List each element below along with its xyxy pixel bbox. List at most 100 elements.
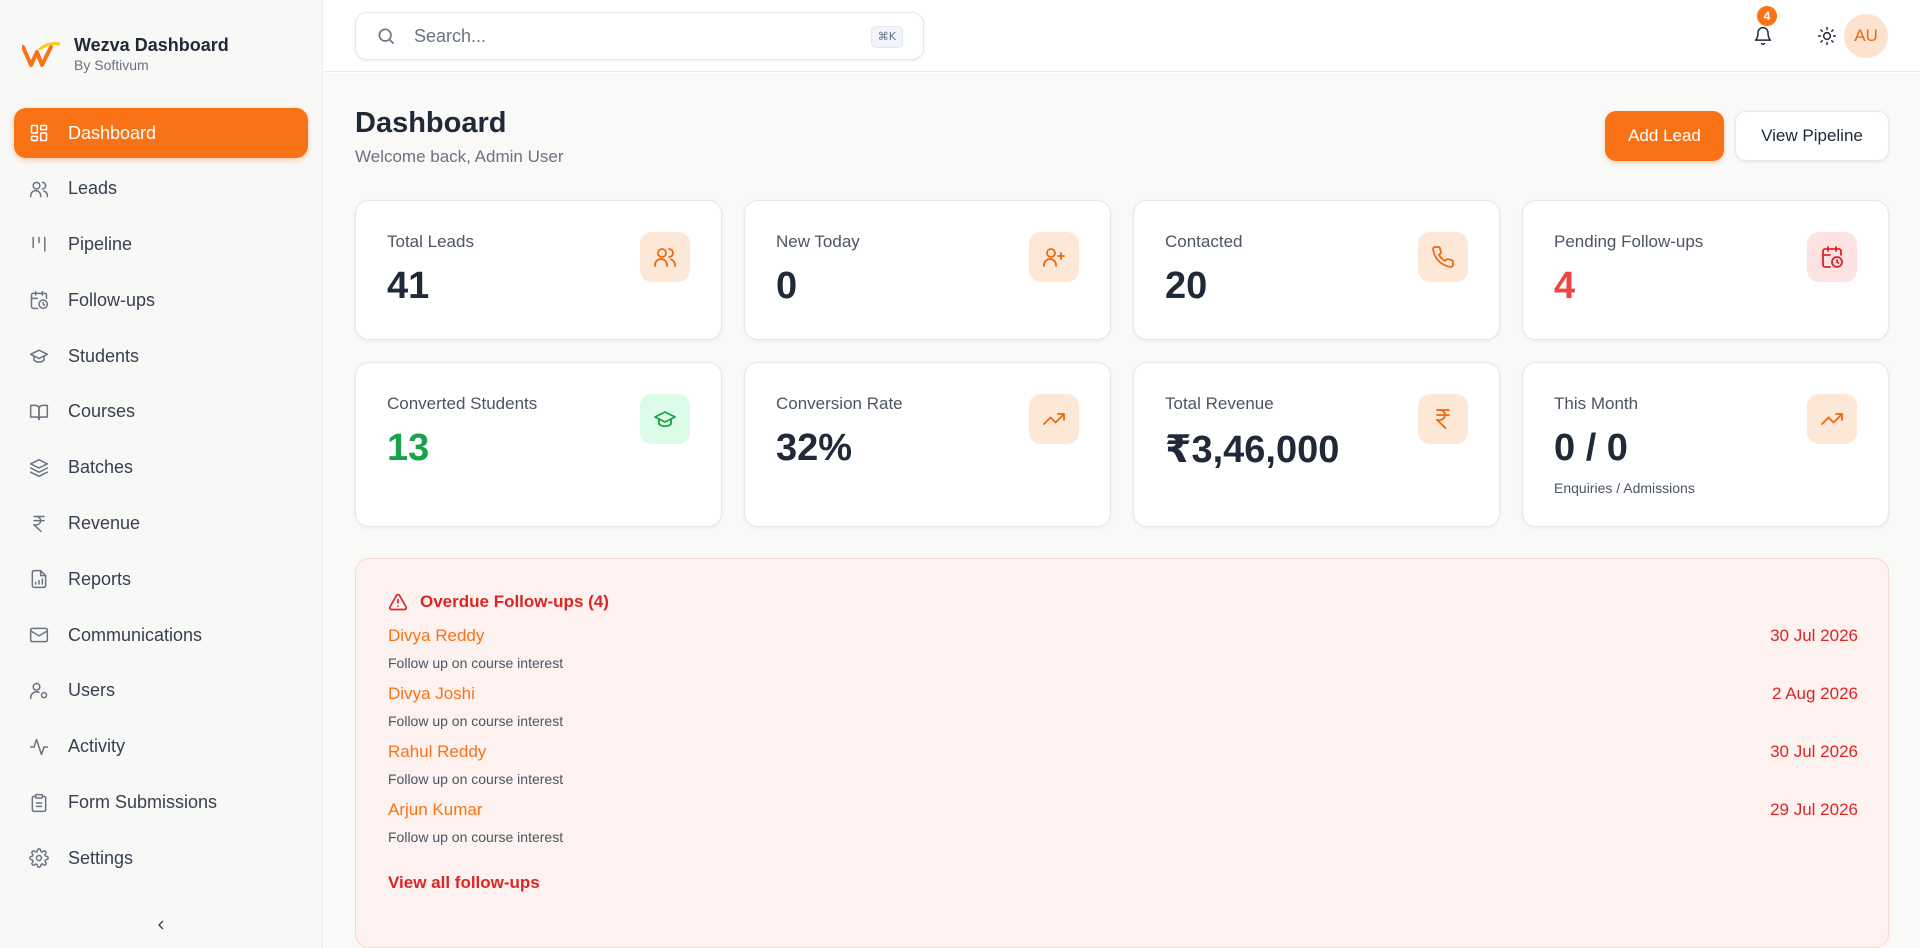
bell-icon bbox=[1754, 26, 1772, 46]
sidebar-nav: Dashboard Leads Pipeline Follow-ups Stud… bbox=[14, 108, 308, 889]
sidebar: Wezva Dashboard By Softivum Dashboard Le… bbox=[0, 0, 323, 948]
rupee-icon bbox=[33, 515, 45, 532]
stat-note: Enquiries / Admissions bbox=[1554, 480, 1695, 496]
sidebar-item-dashboard[interactable]: Dashboard bbox=[14, 108, 308, 158]
stat-card-new-today[interactable]: New Today 0 bbox=[744, 200, 1111, 340]
stat-card-converted-students[interactable]: Converted Students 13 bbox=[355, 362, 722, 527]
stat-card-conversion-rate[interactable]: Conversion Rate 32% bbox=[744, 362, 1111, 527]
search-icon bbox=[378, 28, 395, 45]
search-input[interactable] bbox=[414, 25, 844, 47]
sidebar-item-leads[interactable]: Leads bbox=[14, 164, 308, 214]
sidebar-item-users[interactable]: Users bbox=[14, 666, 308, 716]
pipeline-icon bbox=[32, 236, 46, 252]
stat-value: 32% bbox=[776, 427, 853, 469]
calendar-clock-icon bbox=[1822, 246, 1843, 268]
page-subtitle: Welcome back, Admin User bbox=[355, 147, 564, 166]
gear-icon bbox=[29, 848, 49, 869]
follow-up-note: Follow up on course interest bbox=[388, 655, 564, 671]
chevron-left-icon bbox=[158, 920, 164, 930]
sidebar-item-label: Settings bbox=[68, 847, 134, 868]
user-cog-icon bbox=[29, 682, 48, 700]
topbar: ⌘K AU bbox=[324, 0, 1920, 72]
trending-up-icon bbox=[1821, 413, 1843, 425]
stat-card-this-month[interactable]: This Month 0 / 0 Enquiries / Admissions bbox=[1522, 362, 1889, 527]
report-icon bbox=[31, 570, 47, 589]
stat-value: 0 / 0 bbox=[1554, 427, 1628, 469]
sidebar-item-form-submissions[interactable]: Form Submissions bbox=[14, 778, 308, 828]
stat-icon-wrap bbox=[1418, 394, 1468, 444]
sidebar-item-label: Form Submissions bbox=[68, 792, 218, 813]
sidebar-collapse-button[interactable] bbox=[150, 914, 172, 936]
list-item: Divya Reddy Follow up on course interest… bbox=[388, 626, 1858, 676]
clipboard-icon bbox=[31, 793, 47, 812]
sidebar-item-label: Leads bbox=[68, 178, 118, 199]
stat-card-total-leads[interactable]: Total Leads 41 bbox=[355, 200, 722, 340]
sidebar-item-label: Follow-ups bbox=[68, 289, 156, 310]
stat-label: New Today bbox=[776, 232, 860, 251]
sidebar-item-label: Reports bbox=[68, 568, 132, 589]
sidebar-item-courses[interactable]: Courses bbox=[14, 387, 308, 437]
search-box[interactable]: ⌘K bbox=[355, 12, 924, 60]
stat-icon-wrap bbox=[1418, 232, 1468, 282]
alert-triangle-icon bbox=[388, 593, 408, 611]
stat-label: Total Revenue bbox=[1165, 394, 1274, 413]
sidebar-item-activity[interactable]: Activity bbox=[14, 722, 308, 772]
brand-title: Wezva Dashboard bbox=[74, 35, 229, 55]
stat-value: 0 bbox=[776, 265, 798, 307]
stat-card-contacted[interactable]: Contacted 20 bbox=[1133, 200, 1500, 340]
graduation-cap-icon bbox=[654, 411, 676, 428]
list-item: Arjun Kumar Follow up on course interest… bbox=[388, 800, 1858, 850]
stat-label: Pending Follow-ups bbox=[1554, 232, 1704, 251]
stat-value: 41 bbox=[387, 265, 430, 307]
follow-up-date: 29 Jul 2026 bbox=[1770, 800, 1858, 819]
stat-label: Conversion Rate bbox=[776, 394, 903, 413]
sidebar-item-reports[interactable]: Reports bbox=[14, 554, 308, 604]
avatar[interactable]: AU bbox=[1844, 14, 1888, 58]
sidebar-item-settings[interactable]: Settings bbox=[14, 833, 308, 883]
wezva-logo-icon bbox=[22, 42, 60, 67]
follow-up-name-link[interactable]: Divya Reddy bbox=[388, 626, 484, 646]
follow-up-name-link[interactable]: Rahul Reddy bbox=[388, 742, 486, 762]
layers-icon bbox=[29, 458, 49, 477]
users-icon bbox=[29, 181, 49, 198]
sidebar-item-pipeline[interactable]: Pipeline bbox=[14, 220, 308, 270]
sun-icon bbox=[1817, 26, 1837, 46]
stat-label: Contacted bbox=[1165, 232, 1243, 251]
main-content: Dashboard Welcome back, Admin User Add L… bbox=[324, 73, 1920, 948]
page-title: Dashboard bbox=[355, 107, 507, 139]
sidebar-item-label: Revenue bbox=[68, 513, 141, 534]
view-all-follow-ups-link[interactable]: View all follow-ups bbox=[388, 873, 540, 893]
stat-value: 13 bbox=[387, 427, 430, 469]
overdue-follow-ups-panel: Overdue Follow-ups (4) Divya Reddy Follo… bbox=[355, 558, 1889, 948]
brand-text: Wezva Dashboard By Softivum bbox=[74, 34, 229, 74]
calendar-clock-icon bbox=[30, 291, 49, 310]
sidebar-item-label: Users bbox=[68, 680, 116, 701]
mail-icon bbox=[29, 627, 49, 643]
theme-toggle-button[interactable] bbox=[1811, 20, 1843, 52]
view-pipeline-button[interactable]: View Pipeline bbox=[1735, 111, 1889, 161]
rupee-icon bbox=[1436, 409, 1450, 429]
stat-icon-wrap bbox=[1807, 394, 1857, 444]
sidebar-item-batches[interactable]: Batches bbox=[14, 443, 308, 493]
users-icon bbox=[654, 248, 676, 267]
stat-card-total-revenue[interactable]: Total Revenue ₹3,46,000 bbox=[1133, 362, 1500, 527]
sidebar-item-label: Activity bbox=[68, 736, 126, 757]
sidebar-item-students[interactable]: Students bbox=[14, 331, 308, 381]
brand[interactable]: Wezva Dashboard By Softivum bbox=[22, 34, 229, 74]
stat-icon-wrap bbox=[1029, 394, 1079, 444]
add-lead-button[interactable]: Add Lead bbox=[1605, 111, 1724, 161]
follow-up-name-link[interactable]: Divya Joshi bbox=[388, 684, 475, 704]
stat-value: 4 bbox=[1554, 265, 1576, 307]
overdue-heading: Overdue Follow-ups (4) bbox=[388, 592, 609, 612]
sidebar-item-follow-ups[interactable]: Follow-ups bbox=[14, 275, 308, 325]
trending-up-icon bbox=[1043, 413, 1065, 425]
stat-card-pending-follow-ups[interactable]: Pending Follow-ups 4 bbox=[1522, 200, 1889, 340]
sidebar-item-label: Dashboard bbox=[68, 122, 157, 143]
follow-up-name-link[interactable]: Arjun Kumar bbox=[388, 800, 482, 820]
sidebar-item-label: Students bbox=[68, 345, 140, 366]
sidebar-item-communications[interactable]: Communications bbox=[14, 610, 308, 660]
phone-icon bbox=[1432, 246, 1454, 268]
stat-value: ₹3,46,000 bbox=[1165, 429, 1340, 471]
sidebar-item-revenue[interactable]: Revenue bbox=[14, 499, 308, 549]
list-item: Rahul Reddy Follow up on course interest… bbox=[388, 742, 1858, 792]
